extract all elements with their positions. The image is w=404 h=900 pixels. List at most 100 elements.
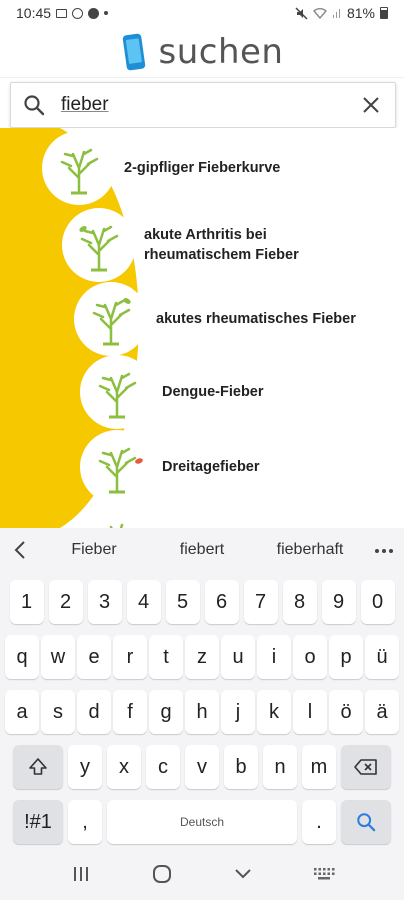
key-9[interactable]: 9: [321, 580, 356, 624]
wifi-icon: [312, 8, 327, 19]
key-0[interactable]: 0: [360, 580, 395, 624]
status-bar: 10:45 81%: [0, 0, 404, 26]
space-key[interactable]: Deutsch: [107, 800, 297, 844]
keyboard-number-row: 1 2 3 4 5 6 7 8 9 0: [4, 580, 400, 624]
hide-keyboard-button[interactable]: [223, 859, 263, 889]
comma-key[interactable]: ,: [68, 800, 102, 844]
home-icon: [152, 865, 171, 883]
more-options-button[interactable]: [364, 541, 404, 559]
result-label-group: Dreitagefieber: [154, 457, 260, 477]
period-key[interactable]: .: [302, 800, 336, 844]
key-f[interactable]: f: [113, 690, 147, 734]
list-item[interactable]: Dengue-Fieber: [0, 355, 404, 429]
tree-icon: [80, 430, 154, 504]
home-button[interactable]: [142, 859, 182, 889]
sync-notification-icon: [72, 7, 84, 19]
tree-icon: [42, 131, 116, 205]
search-icon: [24, 95, 45, 116]
suggestion-item[interactable]: fieberhaft: [256, 541, 364, 559]
key-p[interactable]: p: [329, 635, 363, 679]
result-label: 2-gipfliger Fieberkurve: [124, 160, 281, 176]
gallery-notification-icon: [56, 8, 68, 18]
result-label-line2: rheumatischem Fieber: [144, 247, 299, 263]
key-r[interactable]: r: [113, 635, 147, 679]
list-item[interactable]: akute Arthritis bei rheumatischem Fieber: [0, 208, 404, 282]
chevron-down-icon: [234, 869, 251, 879]
result-label: akutes rheumatisches Fieber: [156, 311, 356, 327]
key-5[interactable]: 5: [165, 580, 200, 624]
list-item[interactable]: 2-gipfliger Fieberkurve: [0, 131, 404, 205]
key-k[interactable]: k: [257, 690, 291, 734]
result-label-group: 2-gipfliger Fieberkurve: [116, 158, 280, 178]
key-8[interactable]: 8: [282, 580, 317, 624]
more-dots-icon: [375, 549, 393, 553]
key-j[interactable]: j: [221, 690, 255, 734]
keyboard-row-2: a s d f g h j k l ö ä: [4, 690, 400, 734]
result-label: Dengue-Fieber: [162, 384, 264, 400]
shift-key[interactable]: [13, 745, 63, 789]
key-u[interactable]: u: [221, 635, 255, 679]
suggestion-item[interactable]: Fieber: [40, 541, 148, 559]
key-h[interactable]: h: [185, 690, 219, 734]
key-l[interactable]: l: [293, 690, 327, 734]
key-e[interactable]: e: [77, 635, 111, 679]
search-key[interactable]: [341, 800, 391, 844]
key-3[interactable]: 3: [87, 580, 122, 624]
key-b[interactable]: b: [224, 745, 258, 789]
backspace-key[interactable]: [341, 745, 391, 789]
key-n[interactable]: n: [263, 745, 297, 789]
list-item[interactable]: [0, 504, 404, 528]
key-w[interactable]: w: [41, 635, 75, 679]
key-g[interactable]: g: [149, 690, 183, 734]
result-label-group: akutes rheumatisches Fieber: [148, 309, 356, 329]
status-time: 10:45: [16, 5, 52, 21]
navigation-bar: [0, 848, 404, 900]
key-7[interactable]: 7: [243, 580, 278, 624]
tree-icon: [80, 504, 154, 528]
key-d[interactable]: d: [77, 690, 111, 734]
tree-icon: [62, 208, 136, 282]
battery-percentage: 81%: [346, 5, 375, 21]
signal-icon: [332, 9, 340, 18]
keyboard-row-bottom: !#1 , Deutsch .: [4, 800, 400, 844]
key-s[interactable]: s: [41, 690, 75, 734]
tree-icon: [74, 282, 148, 356]
search-icon: [357, 813, 376, 832]
keyboard-row-1: q w e r t z u i o p ü: [4, 635, 400, 679]
key-a[interactable]: a: [5, 690, 39, 734]
key-m[interactable]: m: [302, 745, 336, 789]
mute-icon: [295, 6, 308, 20]
key-6[interactable]: 6: [204, 580, 239, 624]
clear-search-button[interactable]: [359, 93, 383, 117]
key-2[interactable]: 2: [48, 580, 83, 624]
key-v[interactable]: v: [185, 745, 219, 789]
key-i[interactable]: i: [257, 635, 291, 679]
result-label-group: Dengue-Fieber: [154, 382, 264, 402]
symbols-key[interactable]: !#1: [13, 800, 63, 844]
suggestion-item[interactable]: fiebert: [148, 541, 256, 559]
keyboard-icon: [313, 868, 334, 880]
key-ae[interactable]: ä: [365, 690, 399, 734]
recent-apps-button[interactable]: [61, 859, 101, 889]
key-ue[interactable]: ü: [365, 635, 399, 679]
keyboard-switch-button[interactable]: [304, 859, 344, 889]
key-4[interactable]: 4: [126, 580, 161, 624]
key-c[interactable]: c: [146, 745, 180, 789]
key-oe[interactable]: ö: [329, 690, 363, 734]
key-z[interactable]: z: [185, 635, 219, 679]
key-q[interactable]: q: [5, 635, 39, 679]
key-o[interactable]: o: [293, 635, 327, 679]
shift-icon: [29, 758, 47, 775]
suggestion-back-button[interactable]: [0, 540, 40, 560]
more-notifications-icon: [104, 11, 109, 15]
list-item[interactable]: Dreitagefieber: [0, 430, 404, 504]
key-y[interactable]: y: [68, 745, 102, 789]
battery-icon: [380, 7, 388, 19]
keyboard: 1 2 3 4 5 6 7 8 9 0 q w e r t z u i o p …: [0, 572, 404, 848]
search-input[interactable]: [61, 94, 359, 116]
chevron-left-icon: [14, 541, 25, 559]
list-item[interactable]: akutes rheumatisches Fieber: [0, 282, 404, 356]
key-1[interactable]: 1: [9, 580, 44, 624]
key-x[interactable]: x: [107, 745, 141, 789]
key-t[interactable]: t: [149, 635, 183, 679]
